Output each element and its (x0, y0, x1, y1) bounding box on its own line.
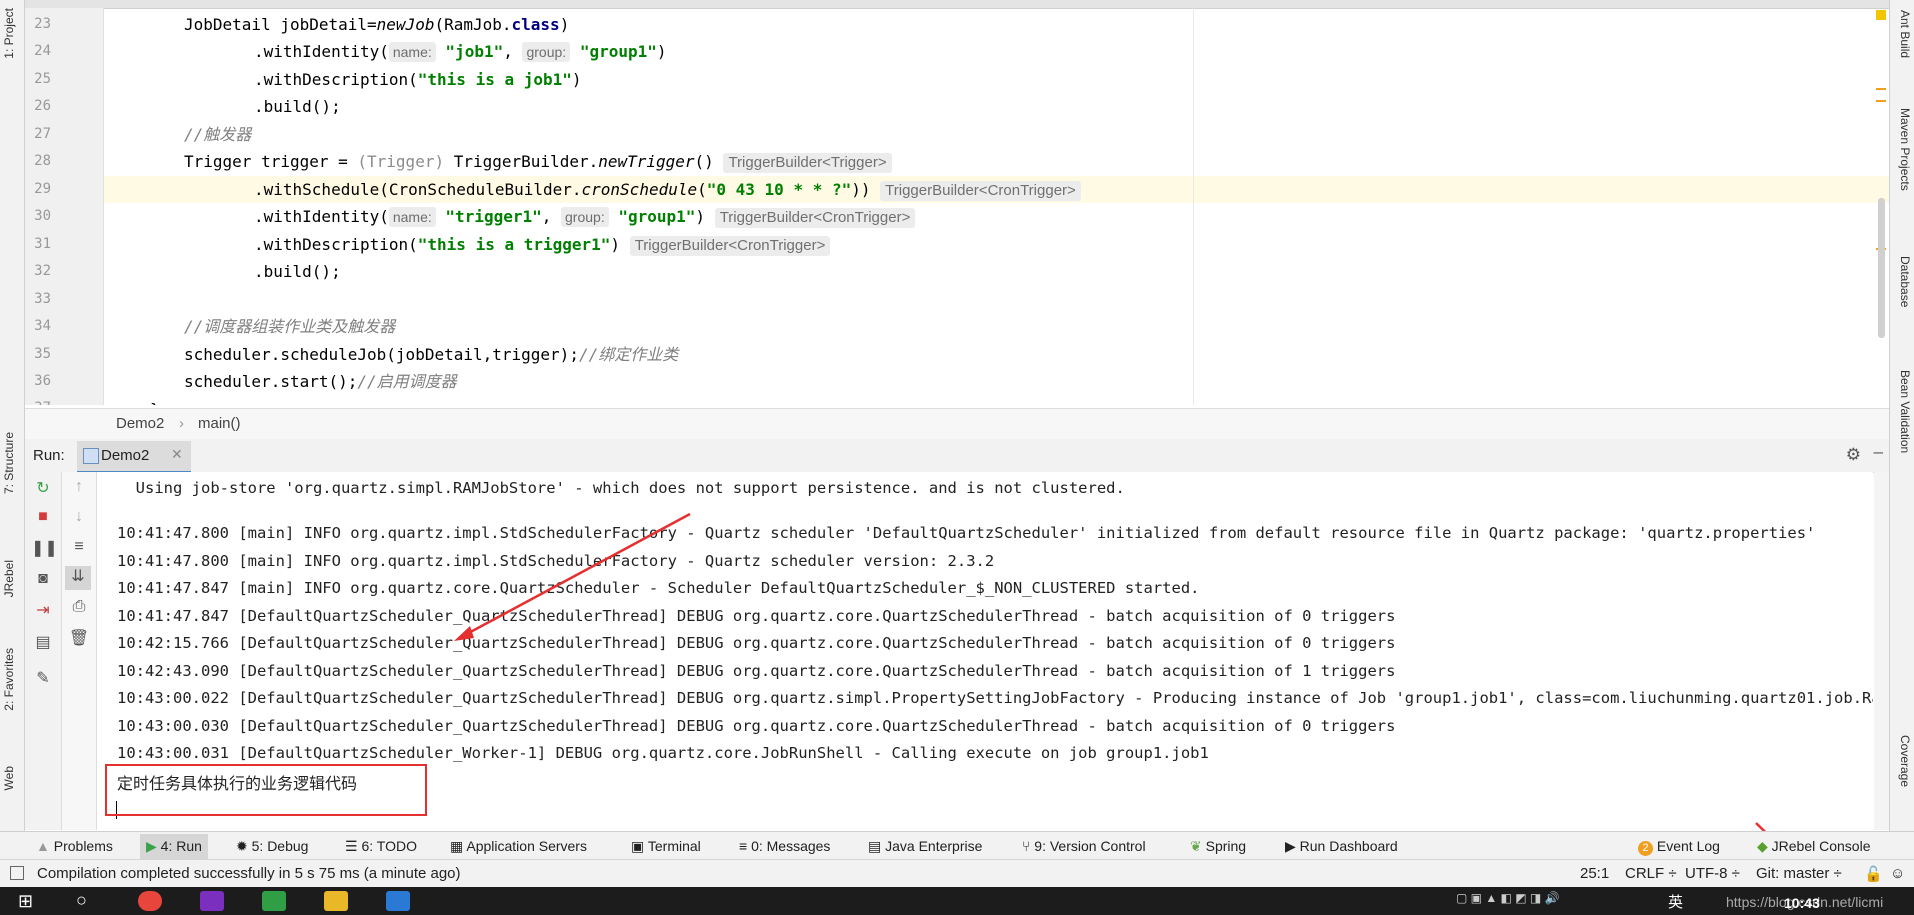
terminal-icon: ▣ (631, 838, 648, 854)
file-explorer-icon[interactable] (324, 891, 348, 911)
windows-start-icon[interactable]: ⊞ (18, 891, 33, 912)
jrebel-icon: ◆ (1757, 838, 1772, 854)
tab-terminal[interactable]: ▣ Terminal (631, 838, 701, 855)
tab-label: Run Dashboard (1299, 838, 1398, 854)
tab-label: Problems (53, 838, 113, 854)
tab-spring[interactable]: ❦ Spring (1190, 838, 1246, 855)
tab-version-control[interactable]: ⑂ 9: Version Control (1022, 838, 1146, 854)
status-message[interactable]: Compilation completed successfully in 5 … (37, 865, 461, 882)
tab-label: 4: Run (160, 838, 202, 854)
file-encoding[interactable]: UTF-8 ÷ (1685, 865, 1740, 882)
tab-label: Event Log (1656, 838, 1720, 854)
event-count-badge: 2 (1638, 841, 1653, 856)
tab-label: 0: Messages (751, 838, 831, 854)
play-store-icon[interactable] (262, 891, 286, 911)
tab-debug[interactable]: ✹ 5: Debug (236, 838, 308, 855)
ime-indicator[interactable]: 英 (1668, 891, 1683, 912)
tab-label: 6: TODO (361, 838, 417, 854)
tool-window-bar: ▲ Problems ▶ 4: Run ✹ 5: Debug ☰ 6: TODO… (0, 831, 1914, 860)
annotation-arrows (454, 512, 1806, 873)
lock-icon[interactable]: 🔓 (1864, 865, 1883, 883)
git-branch[interactable]: Git: master ÷ (1756, 865, 1842, 882)
tab-label: Java Enterprise (885, 838, 983, 854)
tab-label: 9: Version Control (1034, 838, 1146, 854)
vcs-icon: ⑂ (1022, 838, 1035, 854)
caret-position[interactable]: 25:1 (1580, 865, 1609, 882)
tab-label: Spring (1205, 838, 1247, 854)
line-separator[interactable]: CRLF ÷ (1625, 865, 1677, 882)
tab-run-dashboard[interactable]: ▶ Run Dashboard (1285, 838, 1398, 855)
tab-run[interactable]: ▶ 4: Run (140, 834, 208, 859)
tab-label: JRebel Console (1771, 838, 1871, 854)
tab-java-enterprise[interactable]: ▤ Java Enterprise (868, 838, 982, 855)
tab-messages[interactable]: ≡ 0: Messages (739, 838, 830, 854)
java-ee-icon: ▤ (868, 838, 886, 854)
messages-icon: ≡ (739, 838, 752, 854)
tool-windows-icon[interactable] (10, 866, 24, 880)
tab-application-servers[interactable]: ▦ Application Servers (450, 838, 587, 855)
intellij-icon[interactable] (200, 891, 224, 911)
list-icon: ☰ (345, 838, 362, 854)
annotation-arrow (462, 512, 691, 638)
spring-icon: ❦ (1190, 838, 1206, 854)
bug-icon: ✹ (236, 838, 252, 854)
server-icon: ▦ (450, 838, 467, 854)
annotation-arrowhead (454, 626, 474, 641)
search-icon[interactable]: ○ (76, 890, 87, 911)
clock[interactable]: 10:43 (1784, 895, 1820, 911)
tab-label: Terminal (647, 838, 701, 854)
play-icon: ▶ (1285, 838, 1300, 854)
warning-icon: ▲ (36, 838, 54, 854)
windows-taskbar: ⊞ ○ ▢ ▣ ▲ ◧ ◩ ◨ 🔊 英 https://blog.csdn.ne… (0, 887, 1914, 915)
tab-label: 5: Debug (251, 838, 309, 854)
play-icon: ▶ (146, 838, 161, 854)
chrome-icon[interactable] (138, 891, 162, 911)
event-icon[interactable]: ☺ (1890, 865, 1905, 882)
tab-event-log[interactable]: 2 Event Log (1638, 838, 1720, 856)
tray-icons[interactable]: ▢ ▣ ▲ ◧ ◩ ◨ 🔊 (1456, 891, 1626, 911)
status-bar: Compilation completed successfully in 5 … (0, 859, 1914, 888)
tab-todo[interactable]: ☰ 6: TODO (345, 838, 417, 855)
app-icon[interactable] (386, 891, 410, 911)
tab-problems[interactable]: ▲ Problems (36, 838, 113, 854)
tab-label: Application Servers (466, 838, 587, 854)
tab-jrebel-console[interactable]: ◆ JRebel Console (1757, 838, 1871, 855)
